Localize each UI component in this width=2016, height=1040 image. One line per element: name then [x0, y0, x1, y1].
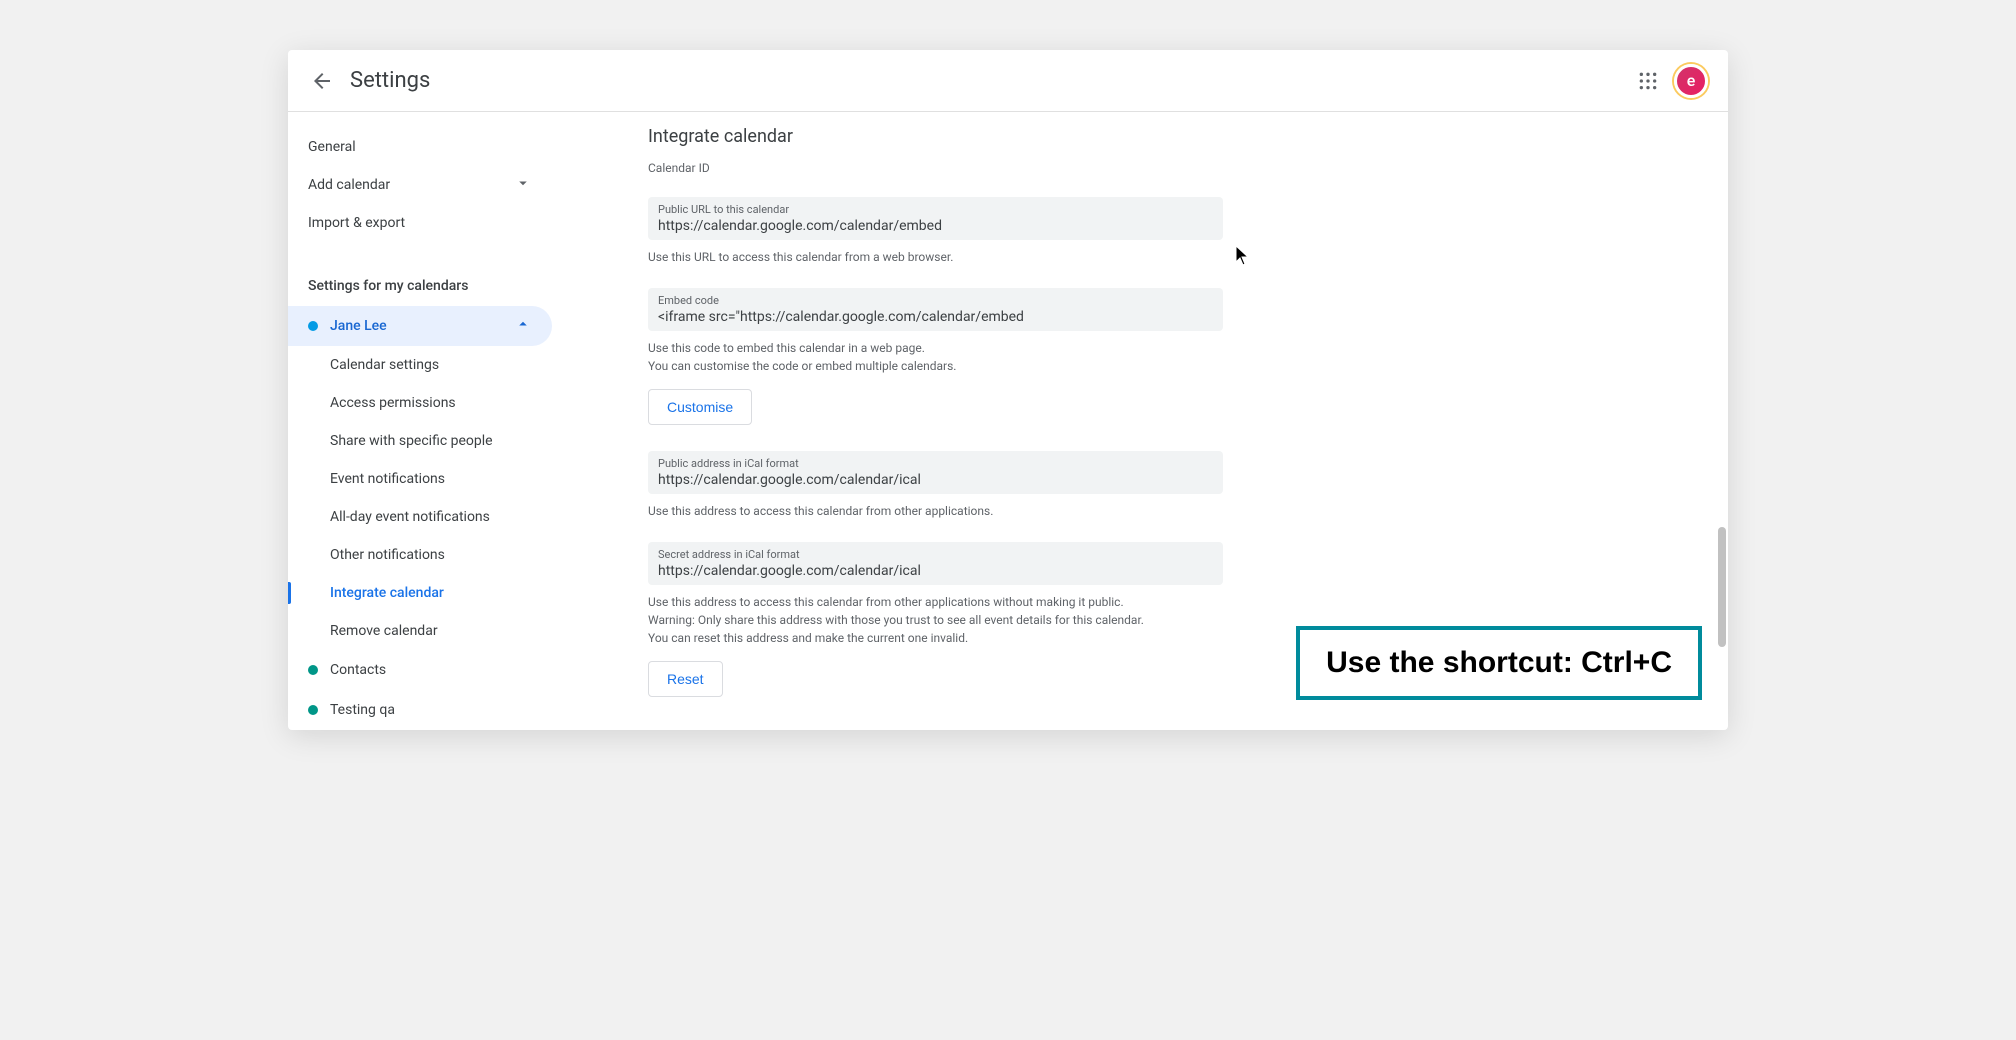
sidebar-subitem-allday-notifications[interactable]: All-day event notifications [288, 498, 552, 536]
field-label: Public URL to this calendar [658, 203, 1213, 216]
sidebar-sublist: Calendar settings Access permissions Sha… [288, 346, 588, 650]
sidebar-calendar-testing-qa[interactable]: Testing qa [288, 690, 552, 730]
ical-secret-help: Use this address to access this calendar… [648, 593, 1223, 647]
sidebar-item-label: Share with specific people [330, 433, 493, 449]
settings-window: Settings e General Add calendar Import &… [288, 50, 1728, 730]
sidebar-item-label: Other notifications [330, 547, 445, 563]
sidebar-item-label: All-day event notifications [330, 509, 490, 525]
sidebar-subitem-other-notifications[interactable]: Other notifications [288, 536, 552, 574]
help-line: Warning: Only share this address with th… [648, 613, 1144, 627]
chevron-up-icon [514, 315, 532, 337]
sidebar-item-label: Contacts [330, 662, 386, 678]
sidebar-item-label: Remove calendar [330, 623, 438, 639]
field-value: https://calendar.google.com/calendar/ica… [658, 472, 1213, 488]
scrollbar-thumb[interactable] [1718, 527, 1726, 647]
top-bar: Settings e [288, 50, 1728, 112]
embed-code-field[interactable]: Embed code <iframe src="https://calendar… [648, 288, 1223, 331]
sidebar-subitem-share-specific[interactable]: Share with specific people [288, 422, 552, 460]
sidebar-item-label: Access permissions [330, 395, 456, 411]
sidebar-item-label: Add calendar [308, 177, 390, 193]
calendar-id-label: Calendar ID [648, 161, 1728, 175]
sidebar-item-add-calendar[interactable]: Add calendar [288, 166, 552, 204]
calendar-color-dot [308, 705, 318, 715]
shortcut-tip-overlay: Use the shortcut: Ctrl+C [1296, 626, 1702, 700]
mouse-cursor-icon [1236, 246, 1250, 266]
apps-grid-icon [1638, 71, 1658, 91]
sidebar-subitem-remove-calendar[interactable]: Remove calendar [288, 612, 552, 650]
settings-sidebar: General Add calendar Import & export Set… [288, 112, 588, 730]
sidebar-item-label: Import & export [308, 215, 405, 231]
sidebar-subitem-integrate-calendar[interactable]: Integrate calendar [288, 574, 552, 612]
arrow-back-icon [310, 69, 334, 93]
ical-public-help: Use this address to access this calendar… [648, 502, 1223, 520]
sidebar-section-header: Settings for my calendars [288, 266, 588, 306]
ical-secret-field[interactable]: Secret address in iCal format https://ca… [648, 542, 1223, 585]
help-line: Use this code to embed this calendar in … [648, 341, 925, 355]
sidebar-item-label: Event notifications [330, 471, 445, 487]
main-content: Integrate calendar Calendar ID Public UR… [588, 112, 1728, 730]
help-line: You can customise the code or embed mult… [648, 359, 956, 373]
body: General Add calendar Import & export Set… [288, 112, 1728, 730]
chevron-down-icon [514, 174, 532, 196]
field-label: Embed code [658, 294, 1213, 307]
sidebar-subitem-calendar-settings[interactable]: Calendar settings [288, 346, 552, 384]
field-label: Public address in iCal format [658, 457, 1213, 470]
public-url-field[interactable]: Public URL to this calendar https://cale… [648, 197, 1223, 240]
sidebar-item-label: General [308, 139, 356, 155]
embed-help: Use this code to embed this calendar in … [648, 339, 1223, 375]
sidebar-subitem-event-notifications[interactable]: Event notifications [288, 460, 552, 498]
field-value: https://calendar.google.com/calendar/ica… [658, 563, 1213, 579]
sidebar-item-label: Calendar settings [330, 357, 439, 373]
back-button[interactable] [302, 61, 342, 101]
sidebar-item-label: Jane Lee [330, 318, 387, 334]
account-avatar[interactable]: e [1674, 64, 1708, 98]
sidebar-subitem-access-permissions[interactable]: Access permissions [288, 384, 552, 422]
field-label: Secret address in iCal format [658, 548, 1213, 561]
sidebar-item-import-export[interactable]: Import & export [288, 204, 552, 242]
sidebar-item-label: Testing qa [330, 702, 395, 718]
sidebar-calendar-contacts[interactable]: Contacts [288, 650, 552, 690]
help-line: You can reset this address and make the … [648, 631, 968, 645]
public-url-help: Use this URL to access this calendar fro… [648, 248, 1223, 266]
help-line: Use this address to access this calendar… [648, 595, 1124, 609]
customise-button[interactable]: Customise [648, 389, 752, 425]
sidebar-item-label: Integrate calendar [330, 585, 444, 601]
calendar-color-dot [308, 665, 318, 675]
sidebar-item-general[interactable]: General [288, 128, 552, 166]
field-value: https://calendar.google.com/calendar/emb… [658, 218, 1213, 234]
calendar-color-dot [308, 321, 318, 331]
google-apps-button[interactable] [1628, 61, 1668, 101]
page-title: Settings [350, 68, 1628, 93]
reset-button[interactable]: Reset [648, 661, 723, 697]
sidebar-calendar-jane-lee[interactable]: Jane Lee [288, 306, 552, 346]
field-value: <iframe src="https://calendar.google.com… [658, 309, 1213, 325]
section-title: Integrate calendar [648, 126, 1728, 147]
ical-public-field[interactable]: Public address in iCal format https://ca… [648, 451, 1223, 494]
